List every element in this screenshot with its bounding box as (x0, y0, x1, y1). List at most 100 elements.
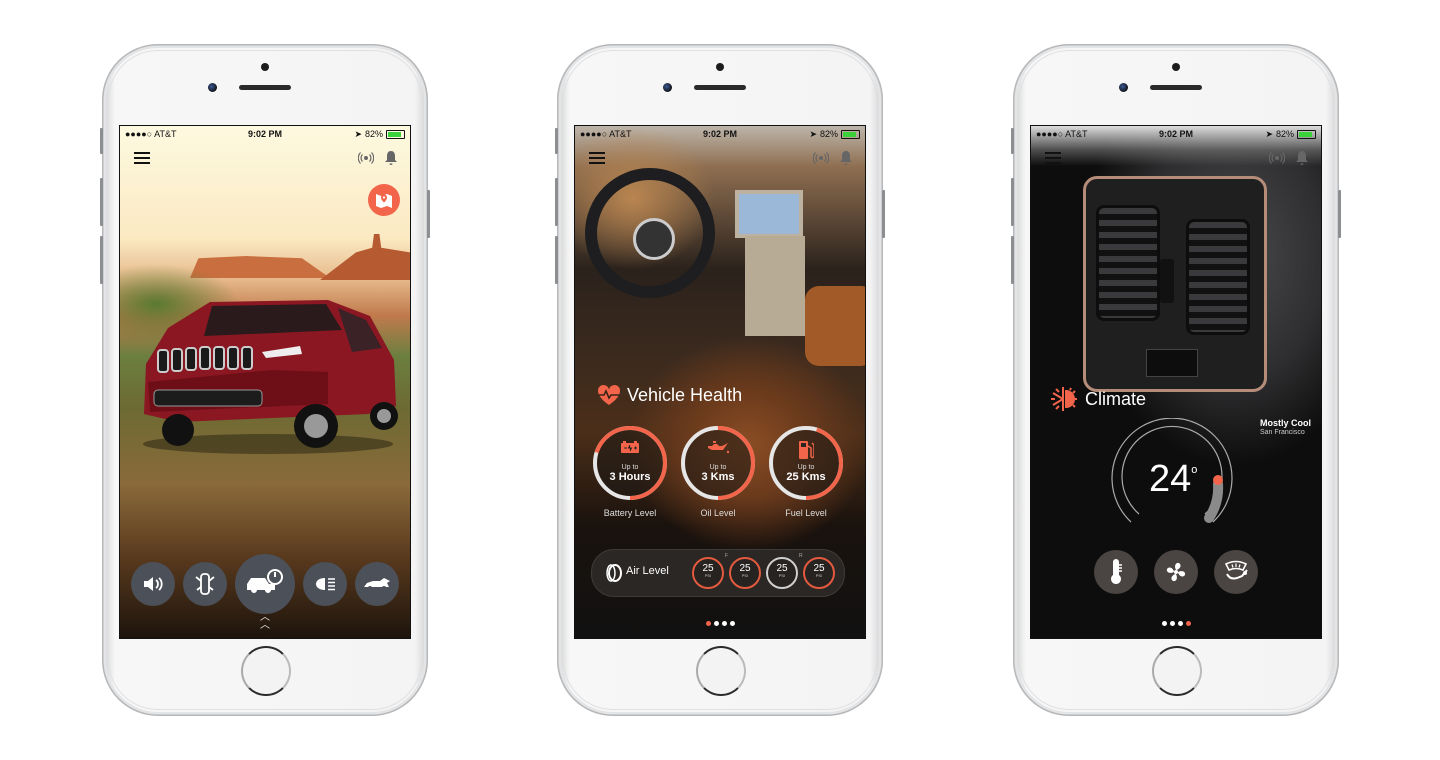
thermometer-icon (1111, 559, 1122, 584)
page-dot[interactable] (729, 621, 735, 626)
defrost-button[interactable] (1214, 550, 1258, 594)
mute-switch (100, 128, 103, 154)
fuel-gauge-ring (769, 426, 843, 500)
weather-location: San Francisco (1260, 429, 1305, 436)
page-dot[interactable] (1169, 621, 1175, 626)
fan-button[interactable] (1154, 550, 1198, 594)
battery-icon (386, 129, 405, 139)
notification-bell-icon[interactable] (384, 150, 398, 166)
status-bar: ●●●●○ AT&T 9:02 PM ➤ 82% (1031, 126, 1321, 142)
front-camera (208, 83, 217, 92)
trunk-button[interactable] (355, 562, 399, 606)
phone-vehicle-health: ●●●●○ AT&T 9:02 PM ➤ 82% Vehicle Health … (555, 44, 885, 716)
status-time: 9:02 PM (702, 129, 737, 139)
page-dot[interactable] (713, 621, 719, 626)
volume-up-button (100, 178, 103, 226)
sun-snowflake-icon (1051, 387, 1077, 411)
oil-can-icon (708, 441, 730, 454)
tyre-rear-left[interactable]: 25 PSI (766, 557, 798, 589)
page-dot[interactable] (1185, 621, 1191, 626)
status-time: 9:02 PM (1158, 129, 1193, 139)
climate-label: Climate (1085, 388, 1147, 409)
signal-broadcast-icon[interactable] (358, 150, 374, 166)
hamburger-menu-icon[interactable] (589, 152, 605, 164)
oil-level-label: Oil Level (700, 508, 736, 518)
car-power-icon (247, 569, 283, 593)
mute-switch (1011, 128, 1014, 154)
oil-gauge-value: 3 Kms (701, 471, 735, 483)
tyre-icon (606, 564, 622, 582)
battery-icon (841, 129, 860, 139)
jeep-cherokee-image (143, 300, 398, 454)
lights-button[interactable] (303, 562, 347, 606)
car-trunk-icon (364, 578, 390, 590)
tyre-front-right[interactable]: 25 PSI (729, 557, 761, 589)
page-dot[interactable] (705, 621, 711, 626)
page-dot[interactable] (1177, 621, 1183, 626)
fan-icon (1166, 562, 1186, 582)
speaker-icon (144, 577, 163, 591)
fuel-level-label: Fuel Level (785, 508, 827, 518)
air-level-label: Air Level (626, 565, 669, 577)
tyre-rear-right[interactable]: 25 PSI (803, 557, 835, 589)
tyre-front-left[interactable]: 25 PSI (692, 557, 724, 589)
page-indicator[interactable] (1031, 621, 1321, 626)
fuel-gauge[interactable]: Up to 25 Kms (767, 424, 845, 502)
double-chevron-up-icon[interactable]: ︿ ︿ (120, 613, 410, 631)
home-button[interactable] (1152, 646, 1202, 696)
status-bar: ●●●●○ AT&T 9:02 PM ➤ 82% (575, 126, 865, 142)
climate-screen: ●●●●○ AT&T 9:02 PM ➤ 82% Climate Mostly … (1030, 125, 1322, 639)
quick-controls (120, 554, 410, 614)
home-button[interactable] (696, 646, 746, 696)
battery-icon (621, 441, 639, 453)
power-button (1338, 190, 1341, 238)
map-button[interactable] (368, 184, 400, 216)
remote-start-button[interactable] (235, 554, 295, 614)
hamburger-menu-icon[interactable] (1045, 152, 1061, 164)
battery-gauge[interactable]: Up to 3 Hours (591, 424, 669, 502)
status-time: 9:02 PM (247, 129, 282, 139)
battery-icon (1297, 129, 1316, 139)
power-button (882, 190, 885, 238)
hamburger-menu-icon[interactable] (134, 152, 150, 164)
vehicle-health-screen: ●●●●○ AT&T 9:02 PM ➤ 82% Vehicle Health … (574, 125, 866, 639)
degree-symbol: o (1191, 464, 1198, 476)
proximity-sensor (716, 63, 724, 71)
earpiece-speaker (239, 85, 291, 90)
oil-gauge-ring (681, 426, 755, 500)
signal-broadcast-icon[interactable] (1269, 150, 1285, 166)
temperature-value: 24 (1149, 458, 1192, 500)
temperature-dial-handle[interactable] (1213, 475, 1223, 485)
fuel-gauge-prefix: Up to (797, 464, 815, 471)
signal-broadcast-icon[interactable] (813, 150, 829, 166)
volume-up-button (555, 178, 558, 226)
notification-bell-icon[interactable] (839, 150, 853, 166)
volume-up-button (1011, 178, 1014, 226)
air-level-panel[interactable]: Air Level 25 PSI F 25 PSI 25 PSI R 25 PSI (591, 549, 845, 597)
status-bar: ●●●●○ AT&T 9:02 PM ➤ 82% (120, 126, 410, 142)
map-pin-icon (376, 194, 392, 208)
rear-marker: R (799, 553, 803, 559)
weather-info: Mostly Cool San Francisco (1260, 418, 1311, 436)
front-camera (663, 83, 672, 92)
tyre-pressure: 25 (813, 563, 825, 574)
horn-button[interactable] (131, 562, 175, 606)
power-button (427, 190, 430, 238)
volume-down-button (555, 236, 558, 284)
phone-home: ●●●●○ AT&T 9:02 PM ➤ 82% ︿ ︿ (100, 44, 430, 716)
notification-bell-icon[interactable] (1295, 150, 1309, 166)
home-button[interactable] (241, 646, 291, 696)
tyre-pressure: 25 (739, 563, 751, 574)
heartbeat-icon (597, 384, 621, 405)
tyre-unit: PSI (778, 573, 786, 578)
page-dot[interactable] (721, 621, 727, 626)
oil-gauge[interactable]: Up to 3 Kms (679, 424, 757, 502)
tyre-unit: PSI (704, 573, 712, 578)
page-dot[interactable] (1161, 621, 1167, 626)
doors-button[interactable] (183, 562, 227, 606)
mute-switch (555, 128, 558, 154)
front-marker: F (725, 553, 729, 559)
vehicle-health-title: Vehicle Health (597, 384, 742, 406)
temperature-button[interactable] (1094, 550, 1138, 594)
page-indicator[interactable] (575, 621, 865, 626)
